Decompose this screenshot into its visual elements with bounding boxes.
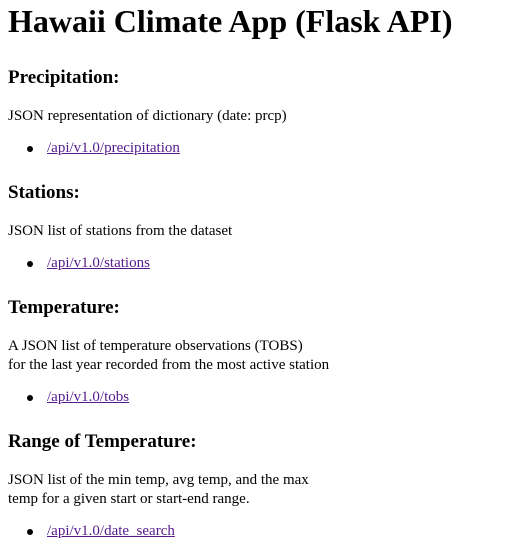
section-description: JSON representation of dictionary (date:… <box>8 107 498 126</box>
section-description: JSON list of the min temp, avg temp, and… <box>8 471 498 509</box>
bullet-icon <box>27 146 33 152</box>
section-heading: Precipitation: <box>8 67 120 88</box>
page: Hawaii Climate App (Flask API) Precipita… <box>0 3 506 541</box>
date-search-link[interactable]: /api/v1.0/date_search <box>47 523 175 539</box>
section-range-of-temperature: Range of Temperature: JSON list of the m… <box>8 431 498 541</box>
description-line: JSON representation of dictionary (date:… <box>8 108 287 124</box>
endpoint-list: /api/v1.0/tobs <box>8 388 498 407</box>
bullet-icon <box>27 261 33 267</box>
tobs-link[interactable]: /api/v1.0/tobs <box>47 389 129 405</box>
section-description: JSON list of stations from the dataset <box>8 222 498 241</box>
description-line: temp for a given start or start-end rang… <box>8 491 250 507</box>
description-line: A JSON list of temperature observations … <box>8 338 303 354</box>
precipitation-link[interactable]: /api/v1.0/precipitation <box>47 140 180 156</box>
section-heading: Stations: <box>8 182 80 203</box>
list-item: /api/v1.0/stations <box>27 254 498 273</box>
page-title: Hawaii Climate App (Flask API) <box>8 3 453 39</box>
stations-link[interactable]: /api/v1.0/stations <box>47 255 150 271</box>
endpoint-list: /api/v1.0/stations <box>8 254 498 273</box>
endpoint-list: /api/v1.0/date_search <box>8 522 498 541</box>
list-item: /api/v1.0/tobs <box>27 388 498 407</box>
section-temperature: Temperature: A JSON list of temperature … <box>8 297 498 407</box>
list-item: /api/v1.0/date_search <box>27 522 498 541</box>
description-line: JSON list of the min temp, avg temp, and… <box>8 472 309 488</box>
bullet-icon <box>27 395 33 401</box>
list-item: /api/v1.0/precipitation <box>27 139 498 158</box>
section-description: A JSON list of temperature observations … <box>8 337 498 375</box>
section-heading: Range of Temperature: <box>8 431 197 452</box>
section-precipitation: Precipitation: JSON representation of di… <box>8 67 498 158</box>
description-line: JSON list of stations from the dataset <box>8 223 233 239</box>
section-heading: Temperature: <box>8 297 120 318</box>
description-line: for the last year recorded from the most… <box>8 357 330 373</box>
endpoint-list: /api/v1.0/precipitation <box>8 139 498 158</box>
bullet-icon <box>27 529 33 535</box>
section-stations: Stations: JSON list of stations from the… <box>8 182 498 273</box>
